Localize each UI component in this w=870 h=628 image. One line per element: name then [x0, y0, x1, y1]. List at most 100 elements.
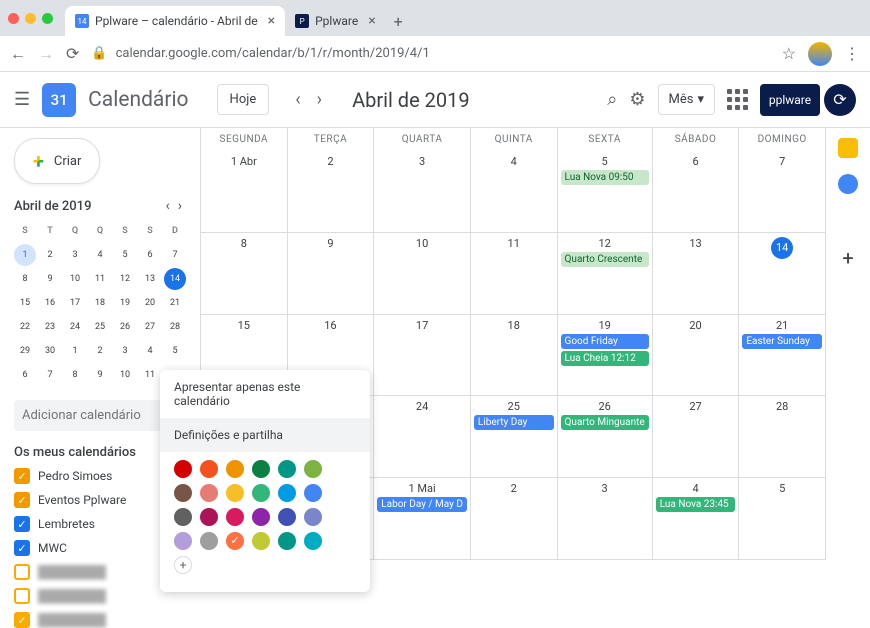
mini-next-button[interactable]: › — [174, 198, 186, 214]
mini-day[interactable]: 1 — [14, 244, 36, 266]
calendar-event[interactable]: Quarto Minguante — [561, 415, 649, 430]
settings-icon[interactable]: ⚙ — [629, 89, 645, 110]
mini-day[interactable]: 25 — [89, 316, 111, 338]
settings-sharing-option[interactable]: Definições e partilha — [160, 418, 370, 452]
day-cell[interactable]: 4 — [471, 151, 558, 233]
mini-day[interactable]: 9 — [39, 268, 61, 290]
mini-day[interactable]: 10 — [64, 268, 86, 290]
day-cell[interactable]: 2 — [471, 478, 558, 560]
color-option[interactable] — [304, 532, 322, 550]
view-selector[interactable]: Mês ▾ — [658, 84, 715, 115]
color-option[interactable] — [278, 460, 296, 478]
calendar-event[interactable]: Liberty Day — [474, 415, 554, 430]
browser-tab-inactive[interactable]: P Pplware × — [285, 6, 386, 36]
forward-button[interactable]: → — [38, 44, 54, 64]
day-cell[interactable]: 11 — [471, 233, 558, 315]
mini-day[interactable]: 20 — [139, 292, 161, 314]
color-option[interactable] — [174, 460, 192, 478]
mini-day[interactable]: 19 — [114, 292, 136, 314]
new-tab-button[interactable]: + — [394, 12, 403, 31]
mini-day[interactable]: 8 — [14, 268, 36, 290]
today-button[interactable]: Hoje — [217, 84, 270, 115]
day-cell[interactable]: 1 Abr — [201, 151, 288, 233]
mini-day[interactable]: 24 — [64, 316, 86, 338]
day-cell[interactable]: 17 — [374, 315, 471, 397]
keep-icon[interactable] — [838, 138, 858, 158]
google-apps-icon[interactable] — [727, 89, 748, 110]
day-cell[interactable]: 27 — [653, 396, 740, 478]
calendar-checkbox[interactable]: ✓ — [14, 540, 30, 556]
day-cell[interactable]: 26Quarto Minguante — [558, 396, 653, 478]
mini-day[interactable]: 29 — [14, 340, 36, 362]
mini-day[interactable]: 6 — [139, 244, 161, 266]
mini-day[interactable]: 22 — [14, 316, 36, 338]
day-cell[interactable]: 10 — [374, 233, 471, 315]
calendar-event[interactable]: Lua Cheia 12:12 — [561, 351, 649, 366]
color-option[interactable] — [252, 508, 270, 526]
calendar-checkbox[interactable] — [14, 564, 30, 580]
mini-day[interactable]: 4 — [89, 244, 111, 266]
mini-day[interactable]: 27 — [139, 316, 161, 338]
calendar-checkbox[interactable]: ✓ — [14, 612, 30, 628]
color-option[interactable] — [304, 460, 322, 478]
add-custom-color[interactable]: + — [174, 556, 192, 574]
mini-day[interactable]: 8 — [64, 364, 86, 386]
show-only-option[interactable]: Apresentar apenas este calendário — [160, 370, 370, 418]
color-option[interactable] — [200, 532, 218, 550]
calendar-event[interactable]: Easter Sunday — [742, 334, 822, 349]
add-addon-icon[interactable]: + — [842, 246, 853, 270]
day-cell[interactable]: 24 — [374, 396, 471, 478]
color-option[interactable] — [304, 508, 322, 526]
reload-button[interactable]: ⟳ — [66, 44, 79, 63]
day-cell[interactable]: 4Lua Nova 23:45 — [653, 478, 740, 560]
mini-day[interactable]: 21 — [164, 292, 186, 314]
color-option[interactable] — [174, 484, 192, 502]
mini-day[interactable]: 18 — [89, 292, 111, 314]
back-button[interactable]: ← — [10, 44, 26, 64]
calendar-list-item[interactable]: ✓████████ — [14, 612, 186, 628]
day-cell[interactable]: 18 — [471, 315, 558, 397]
color-option[interactable] — [252, 484, 270, 502]
prev-month-button[interactable]: ‹ — [295, 89, 300, 110]
color-option[interactable] — [278, 532, 296, 550]
next-month-button[interactable]: › — [317, 89, 322, 110]
calendar-checkbox[interactable]: ✓ — [14, 516, 30, 532]
mini-day[interactable]: 5 — [114, 244, 136, 266]
color-option[interactable] — [304, 484, 322, 502]
window-controls[interactable] — [8, 13, 53, 24]
color-option[interactable] — [226, 460, 244, 478]
mini-day[interactable]: 6 — [14, 364, 36, 386]
mini-day[interactable]: 13 — [139, 268, 161, 290]
day-cell[interactable]: 5Lua Nova 09:50 — [558, 151, 653, 233]
day-cell[interactable]: 7 — [739, 151, 826, 233]
day-cell[interactable]: 12Quarto Crescente — [558, 233, 653, 315]
mini-day[interactable]: 5 — [164, 340, 186, 362]
mini-day[interactable]: 1 — [64, 340, 86, 362]
main-menu-icon[interactable]: ☰ — [14, 89, 30, 110]
tasks-icon[interactable] — [838, 174, 858, 194]
color-option[interactable] — [226, 508, 244, 526]
mini-day[interactable]: 9 — [89, 364, 111, 386]
mini-day[interactable]: 17 — [64, 292, 86, 314]
color-option[interactable] — [278, 508, 296, 526]
mini-day[interactable]: 15 — [14, 292, 36, 314]
color-option[interactable] — [226, 484, 244, 502]
star-icon[interactable]: ☆ — [782, 44, 796, 63]
day-cell[interactable]: 21Easter Sunday — [739, 315, 826, 397]
color-option[interactable] — [200, 460, 218, 478]
calendar-list-item[interactable]: ████████ — [14, 588, 186, 604]
add-calendar-input[interactable] — [14, 400, 164, 431]
mini-day[interactable]: 7 — [164, 244, 186, 266]
day-cell[interactable]: 2 — [288, 151, 375, 233]
mini-prev-button[interactable]: ‹ — [161, 198, 173, 214]
day-cell[interactable]: 20 — [653, 315, 740, 397]
close-tab-icon[interactable]: × — [268, 13, 275, 29]
mini-day[interactable]: 4 — [139, 340, 161, 362]
mini-day[interactable]: 16 — [39, 292, 61, 314]
calendar-event[interactable]: Quarto Crescente — [561, 252, 649, 267]
mini-day[interactable]: 30 — [39, 340, 61, 362]
browser-tab-active[interactable]: 14 Pplware – calendário - Abril de × — [65, 6, 285, 36]
mini-day[interactable]: 11 — [139, 364, 161, 386]
color-option[interactable] — [200, 508, 218, 526]
day-cell[interactable]: 1 MaiLabor Day / May D — [374, 478, 471, 560]
